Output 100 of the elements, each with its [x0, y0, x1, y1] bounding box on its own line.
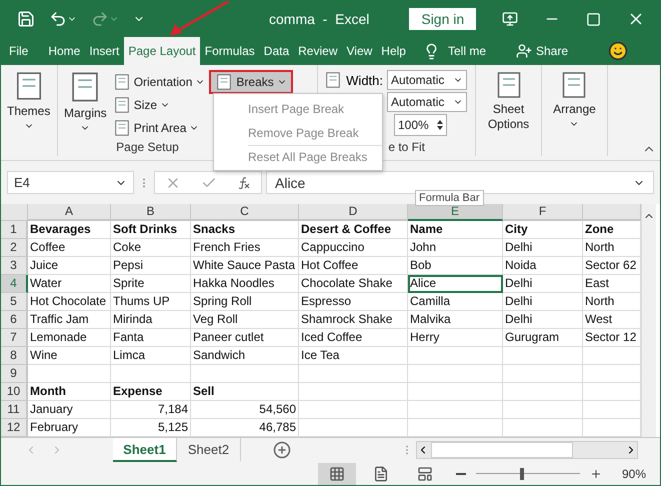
table-cell: Veg Roll — [191, 311, 299, 329]
sheet-tab[interactable]: Sheet1 — [113, 438, 177, 462]
ribbon-tab[interactable]: Home — [44, 37, 84, 65]
sheet-options-button[interactable]: Sheet Options — [480, 70, 536, 156]
undo-icon[interactable] — [49, 10, 77, 28]
table-cell: Bevarages — [28, 221, 111, 239]
maximize-icon[interactable] — [586, 12, 602, 26]
share-icon — [516, 43, 532, 59]
sign-in-button[interactable]: Sign in — [409, 8, 476, 30]
row-header[interactable]: 12 — [1, 419, 28, 437]
name-box[interactable]: E4 — [7, 171, 134, 194]
table-cell: Delhi — [503, 239, 583, 257]
share-button[interactable]: Share — [536, 37, 568, 65]
ribbon-tab[interactable]: View — [342, 37, 376, 65]
table-cell: Juice — [28, 257, 111, 275]
formula-input[interactable]: Alice — [266, 171, 654, 194]
scale-spinner[interactable]: 100% — [394, 114, 447, 136]
ribbon-tab[interactable]: Review — [294, 37, 342, 65]
tell-me-field[interactable]: Tell me — [448, 37, 486, 65]
size-icon — [112, 96, 131, 114]
ribbon-tab[interactable]: Help — [377, 37, 410, 65]
table-cell: Hot Chocolate — [28, 293, 111, 311]
table-cell: Chocolate Shake — [299, 275, 408, 293]
row-header[interactable]: 10 — [1, 383, 28, 401]
table-cell: Sandwich — [191, 347, 299, 365]
sheet-tab[interactable]: Sheet2 — [177, 438, 241, 462]
table-cell: Thums UP — [111, 293, 191, 311]
row-header[interactable]: 6 — [1, 311, 28, 329]
table-cell: Delhi — [503, 311, 583, 329]
save-icon[interactable] — [17, 10, 35, 28]
column-header[interactable]: C — [191, 204, 299, 221]
table-cell: Malvika — [408, 311, 503, 329]
breaks-button[interactable]: Breaks — [209, 70, 293, 94]
size-button[interactable]: Size — [112, 93, 206, 116]
group-label: Page Setup — [116, 140, 179, 154]
height-dropdown[interactable]: Automatic — [387, 92, 467, 112]
page-break-view-icon — [416, 466, 433, 482]
column-header[interactable]: A — [28, 204, 111, 221]
zoom-thumb[interactable] — [520, 468, 524, 480]
table-cell: Sprite — [111, 275, 191, 293]
margins-button[interactable]: Margins — [62, 70, 109, 140]
ribbon-tab[interactable]: Page Layout — [124, 37, 200, 65]
arrange-button[interactable]: Arrange — [551, 70, 598, 156]
table-cell: Coke — [111, 239, 191, 257]
themes-button[interactable]: Themes — [5, 70, 52, 156]
table-cell: Alice — [408, 275, 503, 293]
ribbon-tab[interactable]: Formulas — [200, 37, 259, 65]
column-header[interactable]: F — [503, 204, 583, 221]
page-layout-view-icon — [372, 466, 389, 482]
column-header[interactable]: E — [408, 204, 503, 221]
table-cell: City — [503, 221, 583, 239]
orientation-icon — [112, 72, 131, 90]
table-cell: Mirinda — [111, 311, 191, 329]
row-header[interactable]: 5 — [1, 293, 28, 311]
table-cell: Lemonade — [28, 329, 111, 347]
row-header[interactable]: 3 — [1, 257, 28, 275]
table-cell: Noida — [503, 257, 583, 275]
function-icon — [237, 176, 251, 190]
ribbon-tab[interactable]: Data — [260, 37, 294, 65]
new-sheet-icon — [273, 441, 291, 459]
annotation-arrow — [169, 1, 231, 37]
width-dropdown[interactable]: Automatic — [387, 70, 467, 90]
spin-arrows-icon — [437, 119, 443, 131]
table-cell: Cappuccino — [299, 239, 408, 257]
group-label: e to Fit — [388, 140, 425, 154]
row-header[interactable]: 9 — [1, 365, 28, 383]
table-cell: John — [408, 239, 503, 257]
print-area-button[interactable]: Print Area — [112, 116, 206, 139]
tooltip: Formula Bar — [415, 190, 484, 206]
table-cell: Bob — [408, 257, 503, 275]
row-header[interactable]: 11 — [1, 401, 28, 419]
table-cell: Hakka Noodles — [191, 275, 299, 293]
table-cell: Camilla — [408, 293, 503, 311]
table-cell: Fanta — [111, 329, 191, 347]
table-cell: 54,560 — [191, 401, 299, 419]
row-header[interactable]: 7 — [1, 329, 28, 347]
table-cell: Limca — [111, 347, 191, 365]
ribbon-tab[interactable]: Insert — [85, 37, 124, 65]
row-header[interactable]: 2 — [1, 239, 28, 257]
table-cell: Desert & Coffee — [299, 221, 408, 239]
row-header[interactable]: 1 — [1, 221, 28, 239]
table-cell: Gurugram — [503, 329, 583, 347]
orientation-button[interactable]: Orientation — [112, 70, 206, 93]
ribbon-display-icon[interactable] — [502, 11, 518, 27]
table-cell: Soft Drinks — [111, 221, 191, 239]
horizontal-scrollbar[interactable] — [416, 441, 638, 459]
column-header[interactable]: B — [111, 204, 191, 221]
table-cell: Traffic Jam — [28, 311, 111, 329]
table-cell: Name — [408, 221, 503, 239]
row-header[interactable]: 8 — [1, 347, 28, 365]
table-cell: White Sauce Pasta — [191, 257, 299, 275]
table-cell: Wine — [28, 347, 111, 365]
row-header[interactable]: 4 — [1, 275, 28, 293]
table-cell: Expense — [111, 383, 191, 401]
view-button[interactable] — [318, 462, 356, 484]
table-cell: Pepsi — [111, 257, 191, 275]
table-cell: Ice Tea — [299, 347, 408, 365]
ribbon-tab[interactable]: File — [5, 37, 32, 65]
table-cell: Spring Roll — [191, 293, 299, 311]
column-header[interactable]: D — [299, 204, 408, 221]
